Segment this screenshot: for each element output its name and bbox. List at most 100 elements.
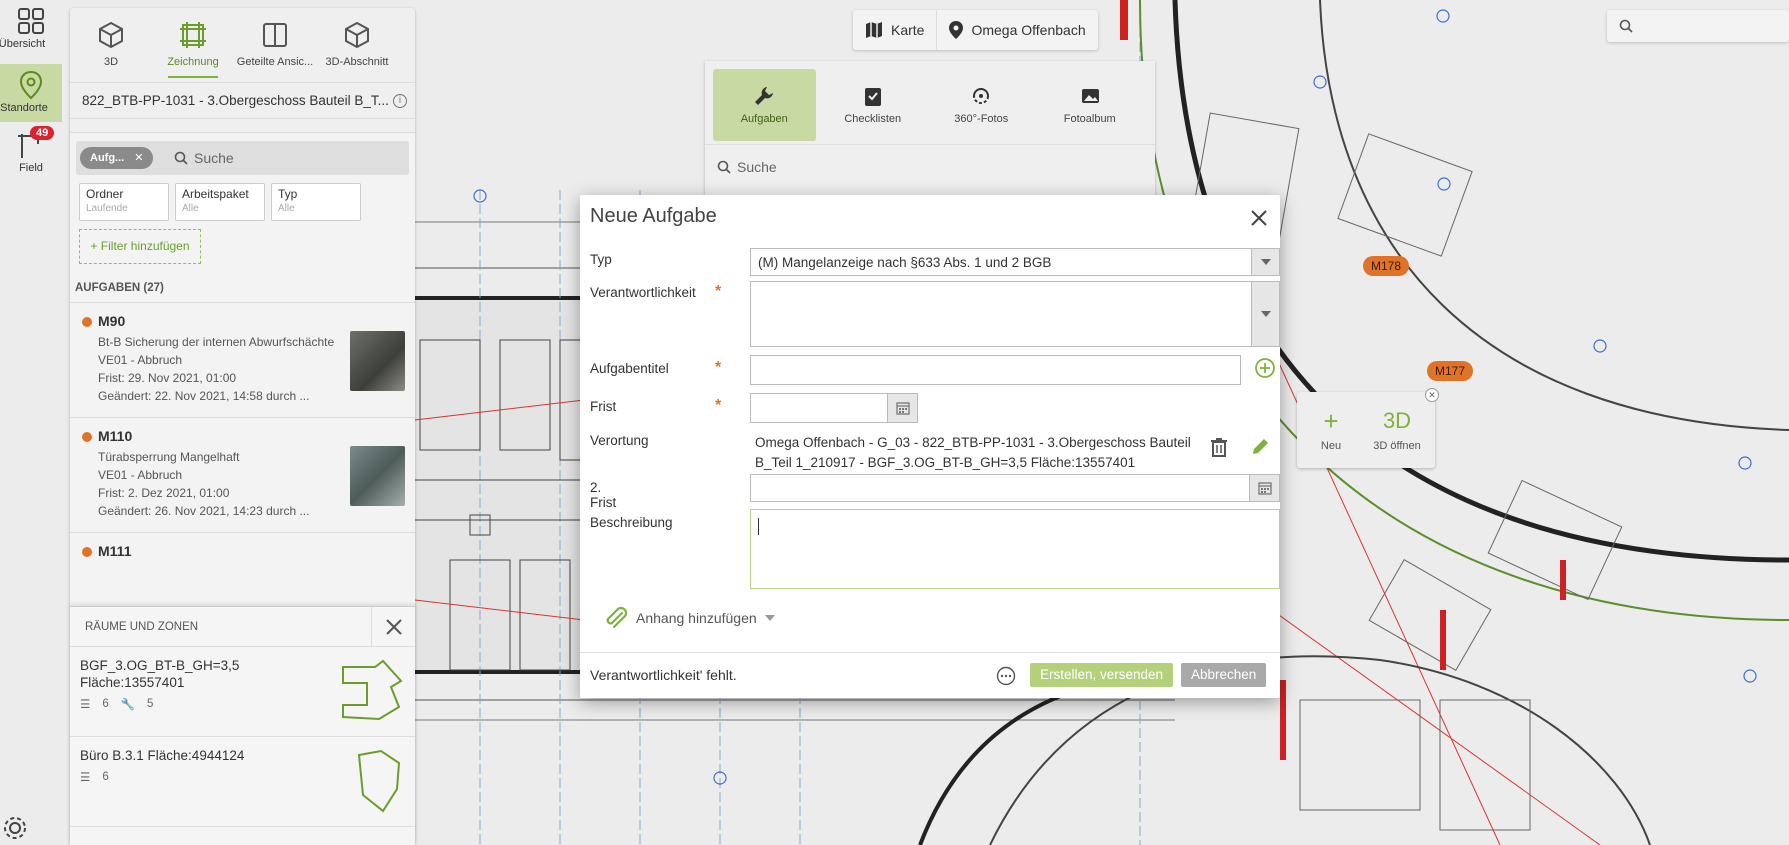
rail-item-locations[interactable]: Standorte (0, 64, 62, 122)
task-marker[interactable]: M178 (1363, 256, 1410, 276)
filter-value: Alle (182, 203, 199, 214)
view-3d[interactable]: 3D (70, 8, 152, 82)
drawing-title[interactable]: 822_BTB-PP-1031 - 3.Obergeschoss Bauteil… (70, 83, 415, 119)
wrench-icon: 🔧 (120, 699, 136, 711)
room-item[interactable]: Büro B.3.1 Fläche:4944124 ☰ 6 (70, 737, 415, 827)
add-filter-button[interactable]: + Filter hinzufügen (79, 229, 201, 264)
view-drawing[interactable]: Zeichnung (152, 8, 234, 82)
type-select[interactable]: (M) Mangelanzeige nach §633 Abs. 1 und 2… (750, 248, 1280, 276)
tab-photo-album[interactable]: Fotoalbum (1039, 69, 1142, 141)
rail-item-field[interactable]: Field 49 (0, 124, 62, 180)
split-view-icon (263, 23, 287, 47)
paperclip-icon (606, 606, 628, 629)
tab-label: Checklisten (844, 113, 902, 125)
more-options-icon[interactable] (996, 666, 1016, 689)
room-list-count: 6 (102, 698, 109, 710)
close-icon[interactable] (371, 607, 415, 647)
view-label: 3D (103, 56, 119, 68)
info-icon[interactable]: i (393, 94, 407, 108)
room-shape-icon (342, 659, 403, 721)
filter-chip-label: Aufg... (90, 152, 125, 164)
field-label: Frist (590, 399, 617, 414)
location-value: Omega Offenbach - G_03 - 822_BTB-PP-1031… (755, 435, 1191, 470)
rooms-zones-panel: RÄUME UND ZONEN BGF_3.OG_BT-B_GH=3,5 Flä… (70, 606, 415, 845)
view-3d-section[interactable]: 3D-Abschnitt (316, 8, 398, 82)
task-search-bar[interactable]: Aufg... ✕ Suche (76, 141, 409, 175)
view-label: 3D-Abschnitt (325, 56, 389, 68)
global-search-input[interactable] (1607, 10, 1789, 42)
close-icon[interactable] (1248, 207, 1270, 232)
map-button[interactable]: Karte (853, 10, 936, 50)
drawing-panel: 3D Zeichnung Geteilte Ansic... 3D-Abschn… (70, 8, 415, 845)
field-label: 2. Frist (590, 480, 617, 510)
task-description: Türabsperrung Mangelhaft (98, 450, 240, 464)
search-icon (174, 151, 188, 165)
filter-label: Typ (278, 187, 298, 201)
task-search-input[interactable]: Suche (194, 150, 234, 166)
status-dot (82, 317, 92, 327)
filter-folder[interactable]: Ordner Laufende (79, 183, 169, 221)
task-title-input[interactable] (750, 355, 1241, 385)
required-marker: * (715, 397, 722, 414)
task-thumbnail[interactable] (350, 446, 405, 506)
responsibility-select[interactable] (750, 281, 1280, 347)
dock-search-input[interactable]: Suche (705, 145, 1155, 189)
calendar-icon[interactable] (887, 394, 917, 422)
description-textarea[interactable] (750, 509, 1280, 589)
photo-icon (1081, 89, 1099, 103)
room-name: Büro B.3.1 Fläche:4944124 (80, 748, 245, 763)
3d-icon: 3D (1382, 408, 1412, 433)
close-icon[interactable]: ✕ (1425, 388, 1439, 402)
wrench-icon (755, 87, 774, 105)
open-3d-button[interactable]: 3D 3D öffnen (1367, 404, 1427, 452)
tab-checklists[interactable]: Checklisten (822, 69, 925, 141)
task-id: M111 (98, 543, 132, 559)
dock-search-placeholder: Suche (737, 159, 777, 175)
status-dot (82, 432, 92, 442)
view-label: Zeichnung (167, 56, 219, 68)
rail-item-overview[interactable]: Übersicht (0, 0, 62, 56)
left-rail: Übersicht Standorte Field 49 (0, 0, 62, 845)
new-task-dialog: Neue Aufgabe Typ (M) Mangelanzeige nach … (580, 195, 1280, 698)
task-item[interactable]: M110 Türabsperrung Mangelhaft VE01 - Abb… (70, 418, 415, 533)
field-label: Verantwortlichkeit (590, 285, 696, 300)
plus-icon: + (1323, 406, 1339, 436)
panorama-icon (973, 88, 990, 104)
task-marker[interactable]: M177 (1427, 361, 1474, 381)
location-button[interactable]: Omega Offenbach (936, 10, 1097, 50)
second-deadline-input[interactable] (750, 474, 1280, 502)
filter-type[interactable]: Typ Alle (271, 183, 361, 221)
create-send-button[interactable]: Erstellen, versenden (1030, 663, 1174, 687)
tab-label: Fotoalbum (1063, 113, 1116, 125)
field-label: Verortung (590, 433, 649, 448)
task-dock: Aufgaben Checklisten 360°-Fotos Fotoalbu… (705, 61, 1155, 201)
chevron-down-icon[interactable] (1251, 282, 1279, 346)
notification-badge: 49 (30, 126, 55, 140)
filter-value: Alle (278, 203, 295, 214)
task-item[interactable]: M90 Bt-B Sicherung der internen Abwurfsc… (70, 303, 415, 418)
rooms-header-title: RÄUME UND ZONEN (85, 621, 199, 633)
cancel-button[interactable]: Abbrechen (1181, 663, 1267, 687)
room-item[interactable]: BGF_3.OG_BT-B_GH=3,5 Fläche:13557401 ☰ 6 … (70, 647, 415, 737)
tab-360-photos[interactable]: 360°-Fotos (930, 69, 1033, 141)
new-button[interactable]: + Neu (1301, 404, 1361, 452)
chevron-down-icon[interactable] (1251, 249, 1279, 275)
add-circle-icon[interactable] (1254, 357, 1276, 382)
filter-chip[interactable]: Aufg... ✕ (80, 147, 154, 169)
deadline-input[interactable] (750, 393, 918, 423)
trash-icon[interactable] (1210, 437, 1228, 460)
status-dot (82, 547, 92, 557)
chevron-down-icon (764, 615, 775, 621)
gear-icon[interactable] (2, 815, 28, 844)
filter-value: Laufende (86, 203, 128, 214)
add-attachment-button[interactable]: Anhang hinzufügen (602, 605, 775, 631)
location-label: Omega Offenbach (971, 22, 1086, 38)
tab-tasks[interactable]: Aufgaben (713, 69, 816, 141)
calendar-icon[interactable] (1249, 475, 1279, 501)
chip-close-icon[interactable]: ✕ (134, 152, 143, 164)
task-thumbnail[interactable] (350, 331, 405, 391)
filter-work-package[interactable]: Arbeitspaket Alle (175, 183, 265, 221)
pencil-icon[interactable] (1250, 437, 1270, 460)
view-split[interactable]: Geteilte Ansic... (234, 8, 316, 82)
task-due: Frist: 29. Nov 2021, 01:00 (98, 371, 237, 385)
